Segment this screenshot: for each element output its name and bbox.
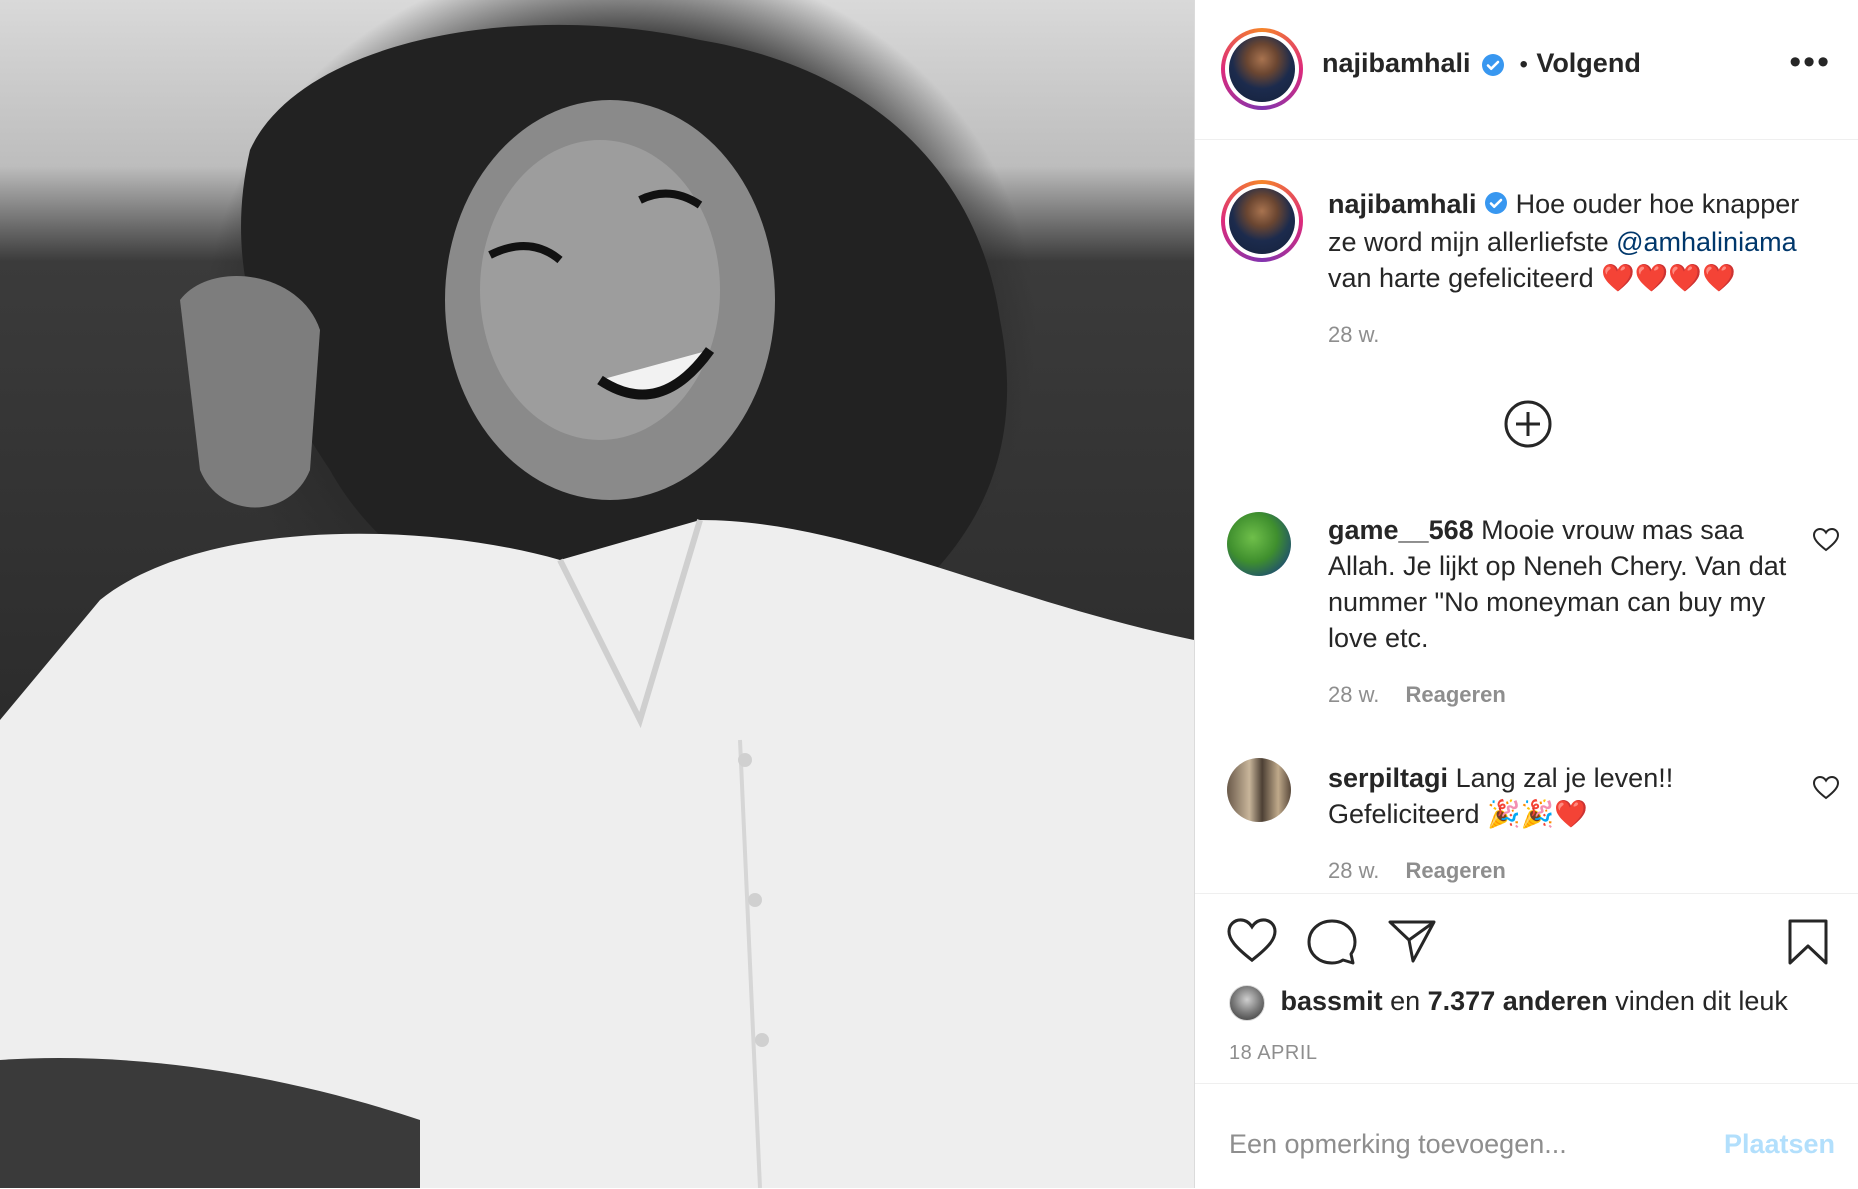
liker-avatar[interactable] [1229,985,1265,1021]
comment-meta: 28 w. Reageren [1328,682,1506,708]
author-avatar[interactable] [1221,28,1303,110]
save-bookmark-icon[interactable] [1787,918,1829,971]
caption: najibamhali Hoe ouder hoe knapper ze wor… [1195,160,1858,360]
likes-connector: en [1390,986,1421,1017]
reply-button[interactable]: Reageren [1406,858,1506,883]
liker-username[interactable]: bassmit [1281,986,1383,1016]
caption-mention-link[interactable]: @amhaliniama [1616,227,1796,257]
author-username[interactable]: najibamhali [1322,48,1471,78]
follow-separator: • [1519,51,1528,78]
comment-item: game__568 Mooie vrouw mas saa Allah. Je … [1195,500,1858,720]
post-actions-section: bassmit en 7.377 anderen vinden dit leuk… [1195,893,1858,1084]
caption-time: 28 w. [1328,322,1380,347]
like-comment-heart-icon[interactable] [1812,527,1840,557]
comment-time: 28 w. [1328,682,1380,707]
like-heart-icon[interactable] [1227,918,1277,969]
commenter-avatar[interactable] [1227,758,1291,822]
comment-time: 28 w. [1328,858,1380,883]
like-comment-heart-icon[interactable] [1812,775,1840,805]
load-more-comments-button[interactable]: ⊕ [1500,396,1556,452]
reply-button[interactable]: Reageren [1406,682,1506,707]
caption-username[interactable]: najibamhali [1328,189,1477,219]
plus-circle-icon [1504,400,1552,448]
post-comment-button[interactable]: Plaatsen [1724,1129,1835,1160]
likes-line: bassmit en 7.377 anderen vinden dit leuk [1229,985,1788,1021]
post-photo[interactable] [0,0,1194,1188]
caption-text-block: najibamhali Hoe ouder hoe knapper ze wor… [1328,186,1828,296]
more-options-icon[interactable]: ••• [1789,45,1831,79]
caption-body-end: van harte gefeliciteerd ❤️❤️❤️❤️ [1328,262,1736,293]
comment-username[interactable]: game__568 [1328,515,1474,545]
photo-illustration [0,24,1194,1188]
header-author: najibamhali • Volgend [1322,48,1641,82]
post-side-panel: najibamhali • Volgend ••• najibamhali Ho… [1194,0,1858,1188]
comment-username[interactable]: serpiltagi [1328,763,1448,793]
comment-meta: 28 w. Reageren [1328,858,1506,884]
share-paper-plane-icon[interactable] [1387,918,1437,969]
following-button[interactable]: Volgend [1536,48,1641,78]
comment-text-block: game__568 Mooie vrouw mas saa Allah. Je … [1328,512,1788,656]
add-comment-bar: Een opmerking toevoegen... Plaatsen [1195,1083,1858,1189]
comment-text-block: serpiltagi Lang zal je leven!! Gefelicit… [1328,760,1788,832]
commenter-avatar[interactable] [1227,512,1291,576]
likes-count-link[interactable]: 7.377 anderen [1428,986,1608,1016]
verified-badge-icon [1484,188,1508,224]
load-more-label: ⊕ [1556,396,1557,397]
caption-avatar[interactable] [1221,180,1303,262]
comment-bubble-icon[interactable] [1307,918,1357,971]
post-header: najibamhali • Volgend ••• [1195,0,1858,140]
likes-suffix: vinden dit leuk [1615,986,1788,1017]
post-date[interactable]: 18 APRIL [1229,1042,1318,1065]
comment-input[interactable]: Een opmerking toevoegen... [1229,1129,1567,1160]
verified-badge-icon [1481,53,1505,82]
comment-item: serpiltagi Lang zal je leven!! Gefelicit… [1195,750,1858,900]
